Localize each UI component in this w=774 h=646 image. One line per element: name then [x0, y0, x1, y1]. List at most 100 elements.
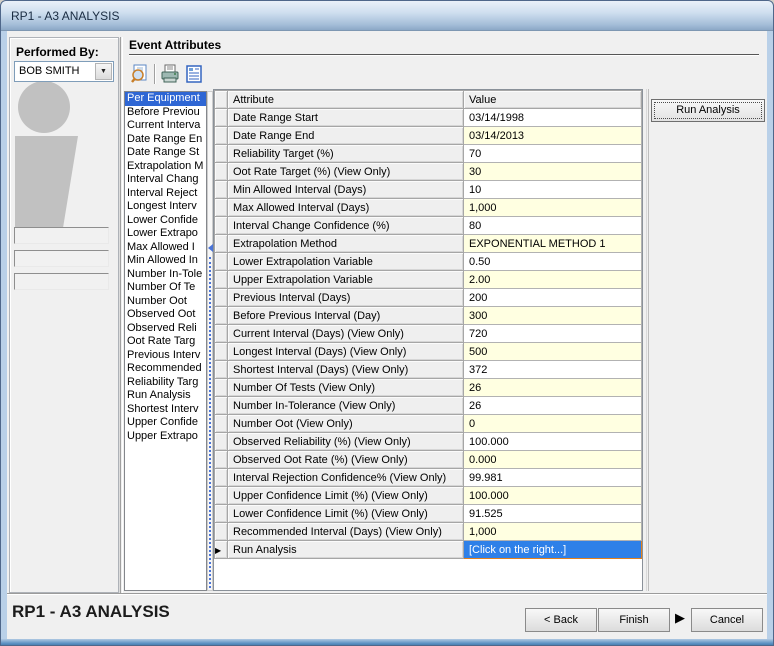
value-cell[interactable]: 100.000 — [464, 433, 642, 451]
attribute-cell[interactable]: Extrapolation Method — [228, 235, 464, 253]
value-cell[interactable]: 720 — [464, 325, 642, 343]
attribute-cell[interactable]: Interval Change Confidence (%) — [228, 217, 464, 235]
next-arrow-icon[interactable]: ▶ — [675, 610, 685, 626]
list-item[interactable]: Max Allowed I — [125, 241, 206, 255]
row-selector[interactable] — [215, 271, 228, 289]
list-item[interactable]: Current Interva — [125, 119, 206, 133]
list-item[interactable]: Previous Interv — [125, 349, 206, 363]
value-cell[interactable]: 2.00 — [464, 271, 642, 289]
list-item[interactable]: Date Range St — [125, 146, 206, 160]
row-selector[interactable] — [215, 523, 228, 541]
attribute-cell[interactable]: Min Allowed Interval (Days) — [228, 181, 464, 199]
value-cell[interactable]: 91.525 — [464, 505, 642, 523]
attribute-cell[interactable]: Upper Extrapolation Variable — [228, 271, 464, 289]
attribute-cell[interactable]: Oot Rate Target (%) (View Only) — [228, 163, 464, 181]
chevron-down-icon[interactable]: ▼ — [95, 63, 112, 80]
attribute-listbox[interactable]: Per EquipmentBefore PreviouCurrent Inter… — [124, 91, 207, 591]
attribute-cell[interactable]: Lower Extrapolation Variable — [228, 253, 464, 271]
attribute-cell[interactable]: Observed Oot Rate (%) (View Only) — [228, 451, 464, 469]
value-cell[interactable]: EXPONENTIAL METHOD 1 — [464, 235, 642, 253]
performed-by-combobox[interactable]: BOB SMITH ▼ — [14, 61, 114, 82]
title-bar[interactable]: RP1 - A3 ANALYSIS — [1, 1, 773, 31]
cancel-button[interactable]: Cancel — [691, 608, 763, 632]
value-cell[interactable]: [Click on the right...] — [464, 541, 642, 559]
attribute-cell[interactable]: Lower Confidence Limit (%) (View Only) — [228, 505, 464, 523]
attribute-cell[interactable]: Number Of Tests (View Only) — [228, 379, 464, 397]
list-item[interactable]: Before Previou — [125, 106, 206, 120]
attribute-cell[interactable]: Number Oot (View Only) — [228, 415, 464, 433]
list-item[interactable]: Number Of Te — [125, 281, 206, 295]
row-selector[interactable] — [215, 181, 228, 199]
row-selector[interactable] — [215, 433, 228, 451]
row-selector[interactable] — [215, 163, 228, 181]
row-selector[interactable] — [215, 451, 228, 469]
value-cell[interactable]: 372 — [464, 361, 642, 379]
report-icon[interactable] — [182, 63, 206, 85]
row-selector[interactable] — [215, 217, 228, 235]
row-selector[interactable] — [215, 325, 228, 343]
list-item[interactable]: Lower Confide — [125, 214, 206, 228]
list-item[interactable]: Observed Reli — [125, 322, 206, 336]
attribute-cell[interactable]: Run Analysis — [228, 541, 464, 559]
row-selector[interactable] — [215, 415, 228, 433]
list-item[interactable]: Date Range En — [125, 133, 206, 147]
value-cell[interactable]: 30 — [464, 163, 642, 181]
row-selector[interactable] — [215, 289, 228, 307]
value-cell[interactable]: 03/14/2013 — [464, 127, 642, 145]
attribute-cell[interactable]: Number In-Tolerance (View Only) — [228, 397, 464, 415]
list-item[interactable]: Shortest Interv — [125, 403, 206, 417]
list-item[interactable]: Observed Oot — [125, 308, 206, 322]
row-selector[interactable] — [215, 469, 228, 487]
attribute-cell[interactable]: Date Range Start — [228, 109, 464, 127]
row-selector[interactable] — [215, 361, 228, 379]
value-cell[interactable]: 500 — [464, 343, 642, 361]
print-preview-icon[interactable] — [128, 63, 152, 85]
list-item[interactable]: Min Allowed In — [125, 254, 206, 268]
attribute-cell[interactable]: Longest Interval (Days) (View Only) — [228, 343, 464, 361]
list-item[interactable]: Longest Interv — [125, 200, 206, 214]
value-cell[interactable]: 99.981 — [464, 469, 642, 487]
value-cell[interactable]: 1,000 — [464, 199, 642, 217]
list-item[interactable]: Interval Chang — [125, 173, 206, 187]
value-cell[interactable]: 0.000 — [464, 451, 642, 469]
print-icon[interactable] — [158, 63, 182, 85]
row-selector[interactable] — [215, 145, 228, 163]
row-selector[interactable] — [215, 199, 228, 217]
list-item[interactable]: Oot Rate Targ — [125, 335, 206, 349]
value-cell[interactable]: 26 — [464, 397, 642, 415]
run-analysis-button[interactable]: Run Analysis — [651, 99, 765, 122]
attribute-cell[interactable]: Interval Rejection Confidence% (View Onl… — [228, 469, 464, 487]
value-cell[interactable]: 03/14/1998 — [464, 109, 642, 127]
list-item[interactable]: Upper Confide — [125, 416, 206, 430]
list-item[interactable]: Extrapolation M — [125, 160, 206, 174]
attribute-cell[interactable]: Current Interval (Days) (View Only) — [228, 325, 464, 343]
row-selector[interactable]: ▶ — [215, 541, 228, 559]
attribute-cell[interactable]: Observed Reliability (%) (View Only) — [228, 433, 464, 451]
attribute-cell[interactable]: Reliability Target (%) — [228, 145, 464, 163]
list-item[interactable]: Interval Reject — [125, 187, 206, 201]
row-selector[interactable] — [215, 379, 228, 397]
value-cell[interactable]: 0 — [464, 415, 642, 433]
list-item[interactable]: Number In-Tole — [125, 268, 206, 282]
finish-button[interactable]: Finish — [598, 608, 670, 632]
attribute-cell[interactable]: Previous Interval (Days) — [228, 289, 464, 307]
attribute-cell[interactable]: Upper Confidence Limit (%) (View Only) — [228, 487, 464, 505]
row-selector[interactable] — [215, 343, 228, 361]
value-cell[interactable]: 70 — [464, 145, 642, 163]
attribute-cell[interactable]: Before Previous Interval (Day) — [228, 307, 464, 325]
row-selector[interactable] — [215, 505, 228, 523]
value-cell[interactable]: 1,000 — [464, 523, 642, 541]
value-cell[interactable]: 26 — [464, 379, 642, 397]
back-button[interactable]: < Back — [525, 608, 597, 632]
value-cell[interactable]: 80 — [464, 217, 642, 235]
value-cell[interactable]: 100.000 — [464, 487, 642, 505]
list-item[interactable]: Lower Extrapo — [125, 227, 206, 241]
row-selector[interactable] — [215, 307, 228, 325]
list-item[interactable]: Reliability Targ — [125, 376, 206, 390]
row-selector[interactable] — [215, 109, 228, 127]
value-cell[interactable]: 300 — [464, 307, 642, 325]
row-selector[interactable] — [215, 397, 228, 415]
attribute-cell[interactable]: Recommended Interval (Days) (View Only) — [228, 523, 464, 541]
list-item[interactable]: Per Equipment — [125, 92, 206, 106]
list-item[interactable]: Run Analysis — [125, 389, 206, 403]
